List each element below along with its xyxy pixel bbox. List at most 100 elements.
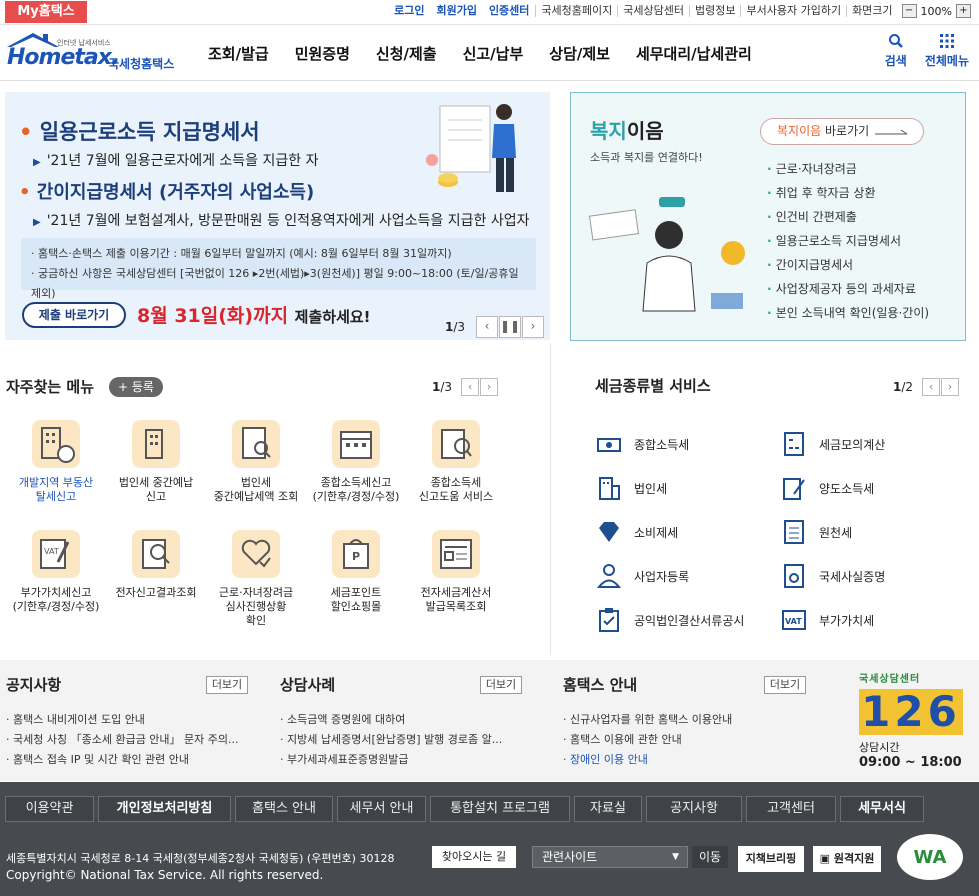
consult-item[interactable]: 부가세과세표준증명원발급 [280,750,502,770]
welfare-link[interactable]: 간이지급명세서 [767,253,929,277]
welfare-link[interactable]: 취업 후 학자금 상환 [767,181,929,205]
tax-type-item[interactable]: 종합소득세 [595,422,780,466]
nav-report-pay[interactable]: 신고/납부 [463,43,524,64]
my-hometax-button[interactable]: My홈택스 [5,1,87,23]
main-banner: • 일용근로소득 지급명세서 ▶ '21년 7월에 일용근로자에게 소득을 지급한… [5,92,550,340]
welfare-link[interactable]: 본인 소득내역 확인(일용·간이) [767,301,929,325]
footer-notice-link[interactable]: 공지사항 [646,796,742,822]
guide-item[interactable]: 신규사업자를 위한 홈택스 이용안내 [563,710,732,730]
favorite-menu-item[interactable]: 종합소득세 신고도움 서비스 [406,418,506,528]
nav-consult-report[interactable]: 상담/제보 [549,43,610,64]
related-sites-go-button[interactable]: 이동 [692,846,728,868]
signup-link[interactable]: 회원가입 [430,5,482,17]
chevron-down-icon: ▼ [672,852,679,862]
all-menu-button[interactable]: 전체메뉴 [925,33,969,69]
favorites-next-button[interactable]: › [480,378,499,396]
guide-more-button[interactable]: 더보기 [764,676,806,694]
guide-title: 홈택스 안내 [563,676,638,694]
search-button[interactable]: 검색 [885,33,907,69]
banner-next-button[interactable]: › [522,316,544,338]
tax-type-item[interactable]: 국세사실증명 [780,554,965,598]
tax-type-label: 세금모의계산 [819,437,886,452]
tax-type-item[interactable]: 사업자등록 [595,554,780,598]
footer: 이용약관 개인정보처리방침 홈택스 안내 세무서 안내 통합설치 프로그램 자료… [0,782,979,896]
footer-tax-office-link[interactable]: 세무서 안내 [337,796,426,822]
zoom-in-button[interactable]: + [956,4,971,18]
tax-type-label: 양도소득세 [819,481,875,496]
footer-tax-forms-link[interactable]: 세무서식 [840,796,924,822]
tax-type-prev-button[interactable]: ‹ [922,378,941,396]
related-sites-select[interactable]: 관련사이트 ▼ [532,846,688,868]
grid-menu-icon [939,34,954,48]
favorite-menu-item[interactable]: 법인세 중간예납세액 조회 [206,418,306,528]
remote-support-icon: ▣ [819,852,834,865]
consult-center-126[interactable]: 국세상담센터 126 상담시간 09:00 ~ 18:00 [859,670,969,770]
submit-shortcut-button[interactable]: 제출 바로가기 [22,302,126,328]
favorite-menu-item[interactable]: VAT 부가가치세신고 (기한후/경정/수정) [6,528,106,638]
footer-terms-link[interactable]: 이용약관 [5,796,94,822]
notice-item[interactable]: 홈택스 내비게이션 도입 안내 [6,710,239,730]
favorite-menu-item[interactable]: 법인세 중간예납 신고 [106,418,206,528]
tax-type-item[interactable]: 양도소득세 [780,466,965,510]
tax-type-item[interactable]: 원천세 [780,510,965,554]
login-link[interactable]: 로그인 [388,5,430,17]
notice-item[interactable]: 국세청 사칭 「종소세 환급금 안내」 문자 주의... [6,730,239,750]
welfare-shortcut-button[interactable]: 복지이음 바로가기 [760,118,924,145]
notice-more-button[interactable]: 더보기 [206,676,248,694]
guide-item[interactable]: 장애인 이용 안내 [563,750,732,770]
consult-item[interactable]: 지방세 납세증명서[완납증명] 발행 경로좀 알... [280,730,502,750]
tax-type-item[interactable]: 소비제세 [595,510,780,554]
banner-prev-button[interactable]: ‹ [476,316,498,338]
policy-briefing-badge[interactable]: 지책브리핑 [738,846,804,872]
person-icon [596,564,622,588]
zoom-out-button[interactable]: − [901,4,917,18]
nav-tax-agent[interactable]: 세무대리/납세관리 [636,43,752,64]
favorites-add-button[interactable]: + 등록 [109,377,163,397]
favorite-menu-item[interactable]: P 세금포인트 할인쇼핑몰 [306,528,406,638]
tax-type-item[interactable]: 세금모의계산 [780,422,965,466]
main-header: 인터넷 납세서비스 Hometax. 국세청홈택스 조회/발급 민원증명 신청/… [0,25,979,81]
notice-item[interactable]: 홈택스 접속 IP 및 시간 확인 관련 안내 [6,750,239,770]
banner-heading-1: • 일용근로소득 지급명세서 [19,120,260,144]
nav-inquiry-issue[interactable]: 조회/발급 [208,43,269,64]
consult-more-button[interactable]: 더보기 [480,676,522,694]
cert-center-link[interactable]: 인증센터 [483,5,535,17]
consult-center-link[interactable]: 국세상담센터 [617,5,689,17]
favorite-menu-item[interactable]: 개발지역 부동산 탈세신고 [6,418,106,528]
nav-apply-submit[interactable]: 신청/제출 [376,43,437,64]
tax-type-item[interactable]: 공익법인결산서류공시 [595,598,780,642]
footer-archive-link[interactable]: 자료실 [574,796,642,822]
guide-item[interactable]: 홈택스 이용에 관한 안내 [563,730,732,750]
favorite-menu-item[interactable]: 전자신고결과조회 [106,528,206,638]
footer-hometax-guide-link[interactable]: 홈택스 안내 [235,796,333,822]
welfare-link[interactable]: 근로·자녀장려금 [767,157,929,181]
welfare-woman-illustration-icon [588,197,745,312]
footer-install-link[interactable]: 통합설치 프로그램 [430,796,570,822]
nav-civil-cert[interactable]: 민원증명 [295,43,350,64]
favorite-menu-item[interactable]: 근로·자녀장려금 심사진행상황 확인 [206,528,306,638]
welfare-panel: 복지이음 소득과 복지를 연결하다! 복지이음 바로가기 근로·자녀장려금 취업… [570,92,966,341]
tax-type-item[interactable]: VAT 부가가치세 [780,598,965,642]
tax-type-next-button[interactable]: › [941,378,960,396]
top-utility-bar: My홈택스 로그인 회원가입 인증센터 국세청홈페이지 국세상담센터 법령정보 … [0,0,979,25]
welfare-link[interactable]: 일용근로소득 지급명세서 [767,229,929,253]
consult-item[interactable]: 소득금액 증명원에 대하여 [280,710,502,730]
favorite-menu-item[interactable]: 전자세금계산서 발급목록조회 [406,528,506,638]
dept-user-signup-link[interactable]: 부서사용자 가입하기 [740,5,846,17]
law-info-link[interactable]: 법령정보 [689,5,740,17]
welfare-link[interactable]: 인건비 간편제출 [767,205,929,229]
footer-copyright: Copyright© National Tax Service. All rig… [6,868,324,882]
building-icon [599,477,620,500]
hometax-logo[interactable]: 인터넷 납세서비스 Hometax. 국세청홈택스 [5,31,190,73]
footer-customer-center-link[interactable]: 고객센터 [746,796,836,822]
favorite-menu-item[interactable]: 종합소득세신고 (기한후/경정/수정) [306,418,406,528]
footer-privacy-link[interactable]: 개인정보처리방침 [98,796,231,822]
remote-support-button[interactable]: ▣ 원격지원 [813,846,881,872]
tax-type-item[interactable]: 법인세 [595,466,780,510]
footer-directions-button[interactable]: 찾아오시는 길 [432,846,516,868]
nts-home-link[interactable]: 국세청홈페이지 [535,5,617,17]
invoice-list-icon [440,539,472,569]
welfare-link[interactable]: 사업장제공자 등의 과세자료 [767,277,929,301]
banner-pause-button[interactable]: ❚❚ [499,316,521,338]
favorites-prev-button[interactable]: ‹ [461,378,480,396]
